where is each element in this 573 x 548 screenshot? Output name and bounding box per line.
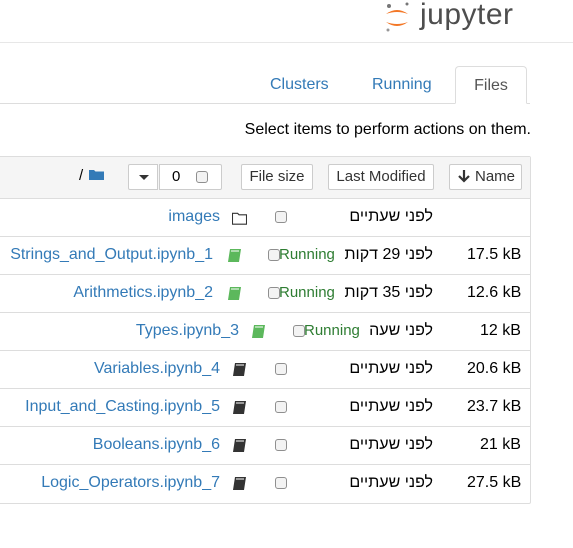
sort-name-label: Name [475,168,516,185]
logo-text: jupyter [420,0,514,31]
file-name-link[interactable]: Strings_and_Output.ipynb_1 [10,246,213,264]
list-item[interactable]: 23.7 kB לפני שעתיים Input_and_Casting.ip… [0,389,530,427]
modified-time: לפני שעתיים [349,208,433,225]
file-size: 12 kB [480,322,521,339]
running-indicator: Running [304,322,360,339]
select-all-box[interactable]: 0 [159,164,222,190]
list-item[interactable]: לפני שעתיים images [0,199,530,237]
select-dropdown-button[interactable] [128,164,158,190]
modified-time: לפני 29 דקות [344,246,433,263]
folder-outline-icon [232,212,247,225]
list-item[interactable]: 27.5 kB לפני שעתיים Logic_Operators.ipyn… [0,465,530,503]
file-name-link[interactable]: Booleans.ipynb_6 [93,436,220,454]
tab-running[interactable]: Running [372,76,432,96]
modified-time: לפני שעה [369,322,433,339]
tab-divider [0,103,530,104]
header-bar: jupyter [0,0,573,43]
caret-down-icon [139,175,149,180]
sort-last-modified-button[interactable]: Last Modified [328,164,434,190]
jupyter-logo[interactable]: jupyter [380,0,520,36]
row-checkbox[interactable] [275,477,287,489]
file-size: 23.7 kB [467,398,522,415]
notebook-icon [233,477,246,490]
modified-time: לפני שעתיים [349,436,433,453]
jupyter-logo-icon [386,2,409,32]
running-indicator: Running [279,284,335,301]
notebook-running-icon [228,249,241,262]
select-dropdown-group: 0 [128,164,222,190]
file-size: 27.5 kB [467,474,522,491]
file-name-link[interactable]: Arithmetics.ipynb_2 [73,284,213,302]
file-size: 17.5 kB [467,246,522,263]
selected-count: 0 [172,168,181,185]
list-item[interactable]: 12 kB לפני שעה Running Types.ipynb_3 [0,313,530,351]
modified-time: לפני שעתיים [349,360,433,377]
row-checkbox[interactable] [293,325,305,337]
modified-time: לפני שעתיים [349,398,433,415]
notebook-icon [233,363,246,376]
list-item[interactable]: 20.6 kB לפני שעתיים Variables.ipynb_4 [0,351,530,389]
notebook-icon [233,401,246,414]
row-checkbox[interactable] [268,249,280,261]
row-checkbox[interactable] [275,211,287,223]
sort-file-size-button[interactable]: File size [241,164,313,190]
sort-name-button[interactable]: Name [449,164,522,190]
row-checkbox[interactable] [275,439,287,451]
breadcrumb-root[interactable]: / [79,167,83,184]
file-name-link[interactable]: Variables.ipynb_4 [94,360,220,378]
row-checkbox[interactable] [275,401,287,413]
running-indicator: Running [279,246,335,263]
instructions-text: Select items to perform actions on them. [244,121,531,138]
modified-time: לפני 35 דקות [344,284,433,301]
folder-icon[interactable] [89,169,104,180]
list-header: / 0 File size Last Modified Name [0,157,530,199]
file-size: 20.6 kB [467,360,522,377]
file-list: / 0 File size Last Modified Name לפני שע… [0,156,531,504]
file-name-link[interactable]: Logic_Operators.ipynb_7 [41,474,220,492]
file-name-link[interactable]: images [168,208,220,226]
notebook-running-icon [252,325,265,338]
arrow-down-icon [458,170,470,183]
row-checkbox[interactable] [268,287,280,299]
modified-time: לפני שעתיים [349,474,433,491]
row-checkbox[interactable] [275,363,287,375]
file-size: 12.6 kB [467,284,522,301]
notebook-running-icon [228,287,241,300]
list-item[interactable]: 21 kB לפני שעתיים Booleans.ipynb_6 [0,427,530,465]
file-name-link[interactable]: Types.ipynb_3 [136,322,239,340]
list-item[interactable]: 12.6 kB לפני 35 דקות Running Arithmetics… [0,275,530,313]
file-name-link[interactable]: Input_and_Casting.ipynb_5 [25,398,220,416]
tab-files[interactable]: Files [455,66,527,104]
list-item[interactable]: 17.5 kB לפני 29 דקות Running Strings_and… [0,237,530,275]
tab-clusters[interactable]: Clusters [270,76,329,96]
select-all-checkbox[interactable] [196,171,208,183]
file-size: 21 kB [480,436,521,453]
notebook-icon [233,439,246,452]
